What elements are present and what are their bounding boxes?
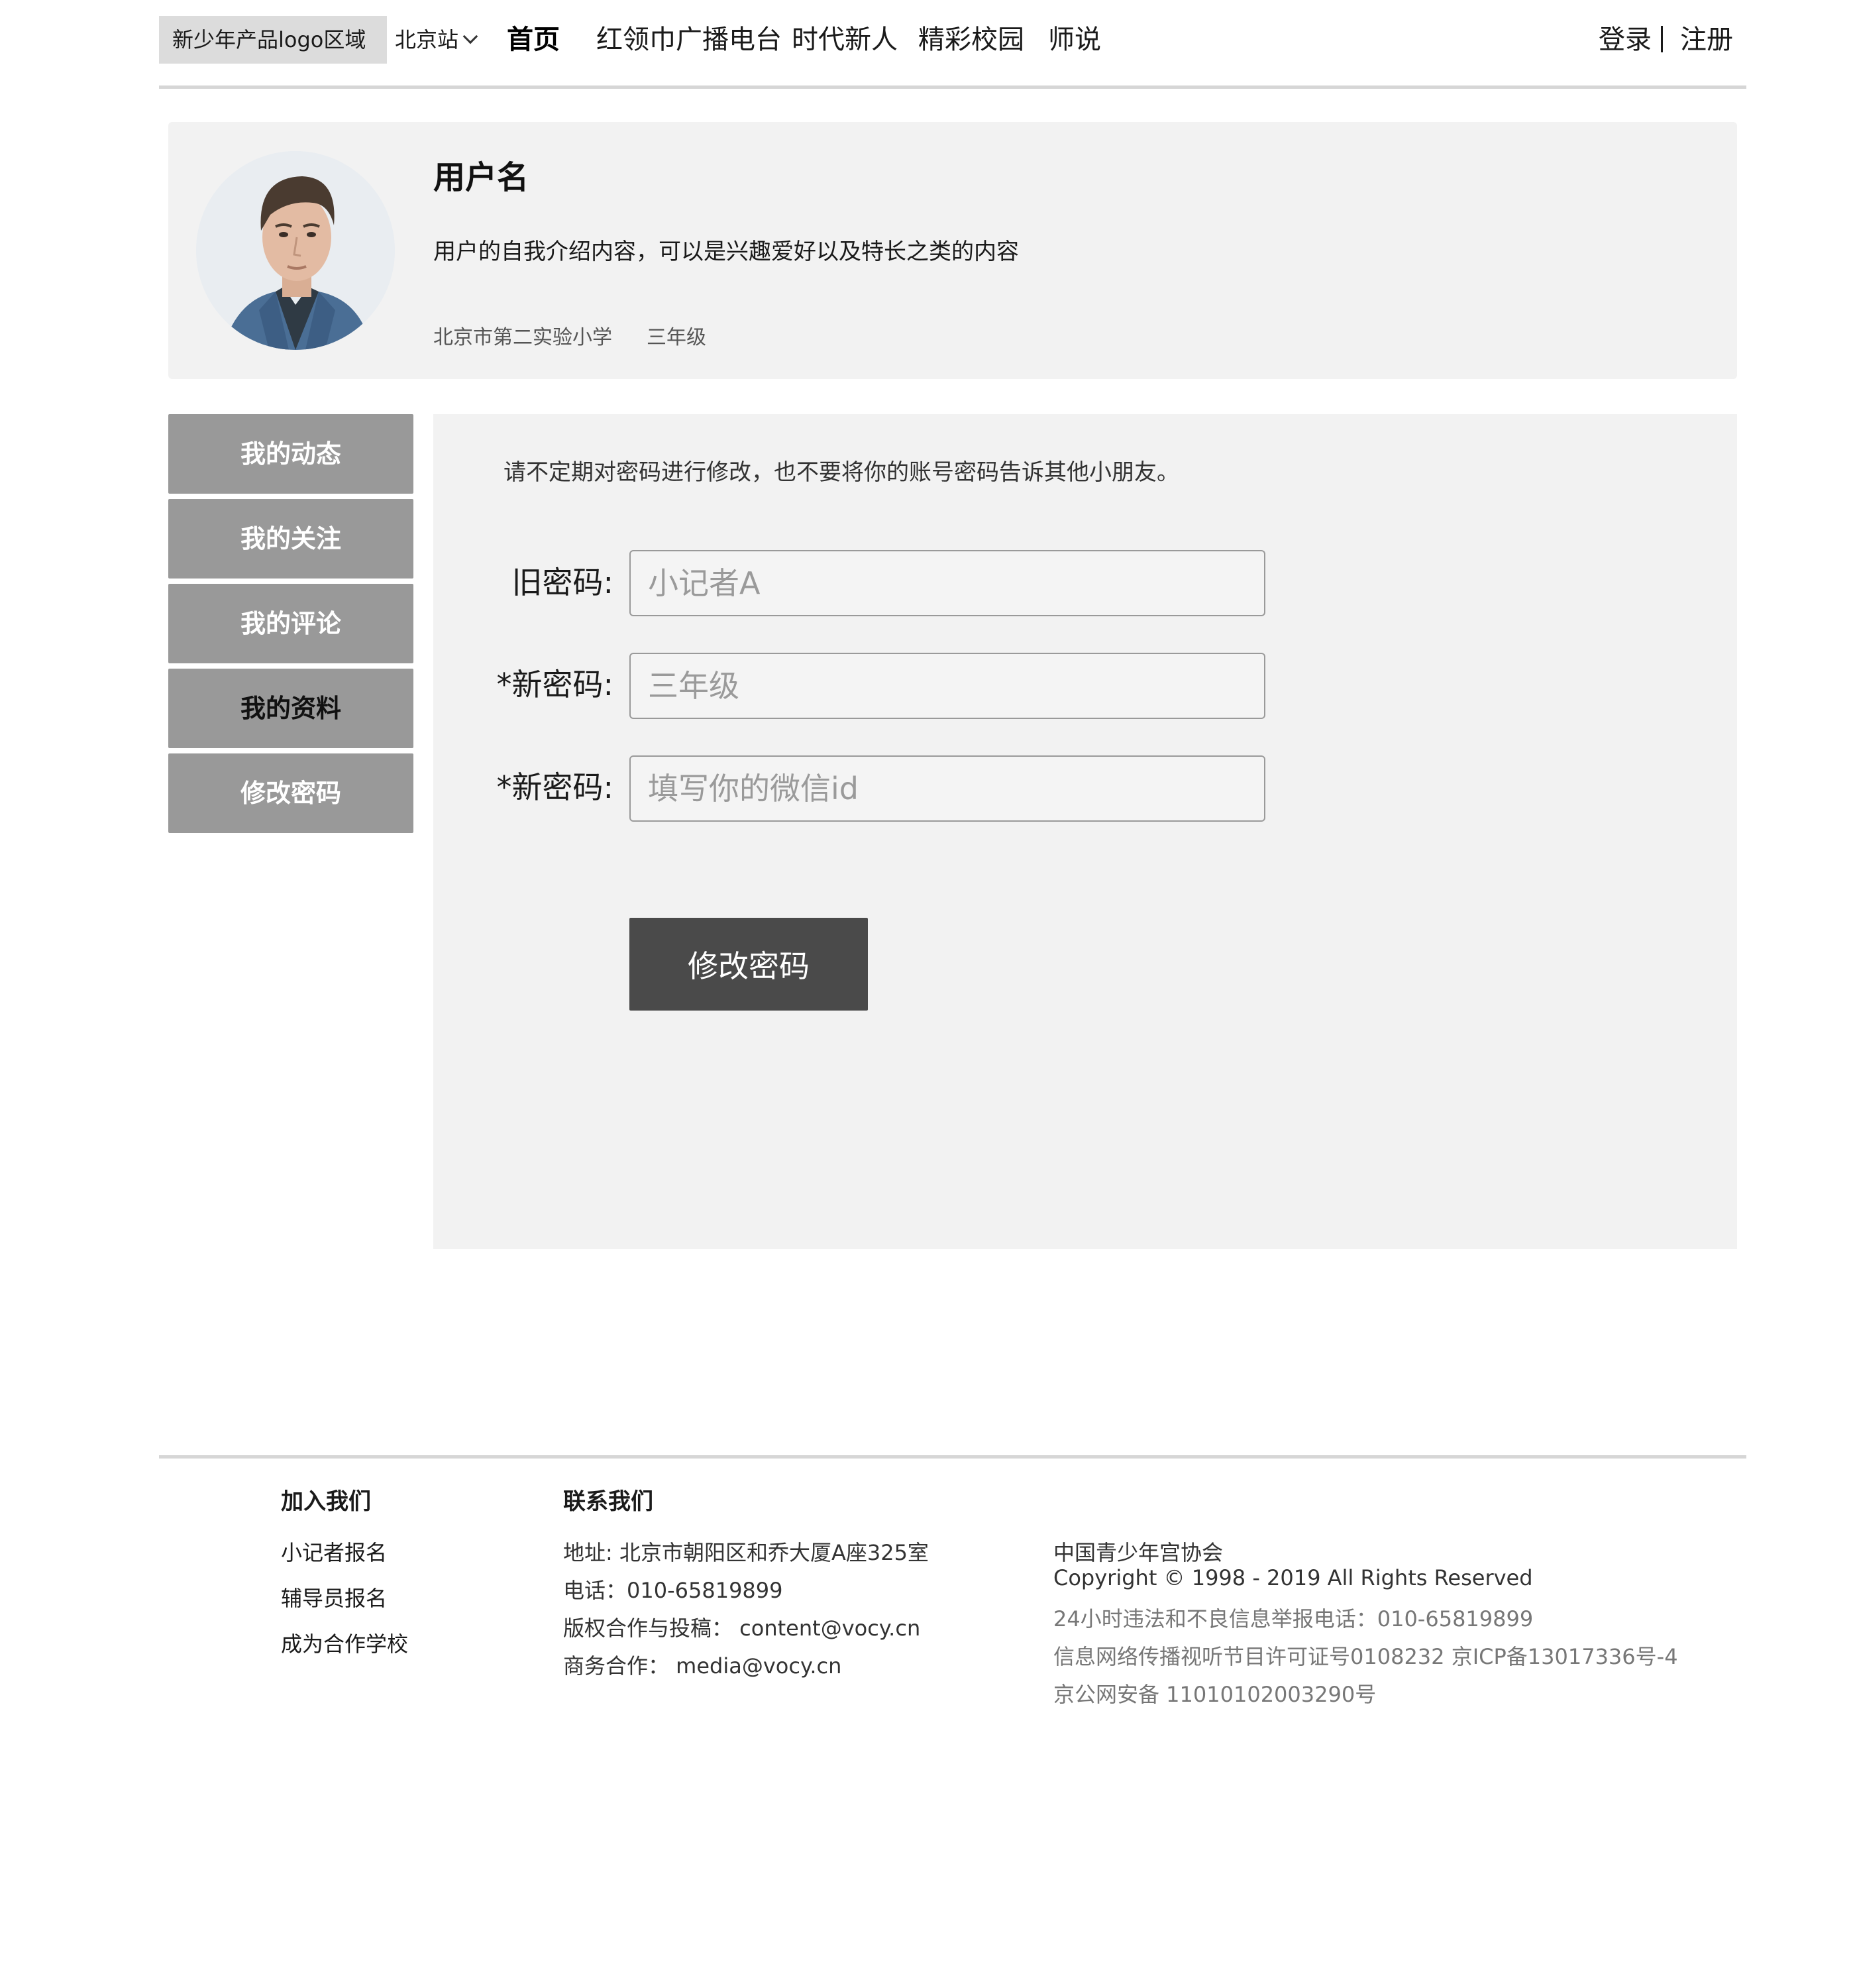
footer-join-title: 加入我们	[281, 1488, 371, 1515]
footer-contact-title: 联系我们	[563, 1488, 653, 1515]
footer-security: 京公网安备 11010102003290号	[1053, 1682, 1377, 1707]
nav-new-people[interactable]: 时代新人	[792, 16, 898, 64]
auth-divider	[1661, 26, 1663, 52]
profile-card: 用户名 用户的自我介绍内容，可以是兴趣爱好以及特长之类的内容 北京市第二实验小学…	[168, 122, 1737, 379]
user-bio: 用户的自我介绍内容，可以是兴趣爱好以及特长之类的内容	[433, 239, 1019, 265]
auth-links: 登录 注册	[1599, 16, 1733, 64]
footer-phone: 电话：010-65819899	[563, 1578, 783, 1603]
password-panel: 请不定期对密码进行修改，也不要将你的账号密码告诉其他小朋友。 旧密码: *新密码…	[433, 414, 1737, 1249]
avatar[interactable]	[196, 151, 395, 350]
footer-business-contact: 商务合作： media@vocy.cn	[563, 1653, 842, 1679]
sidebar-item-change-password[interactable]: 修改密码	[168, 753, 413, 833]
footer-divider	[159, 1455, 1746, 1459]
top-header: 新少年产品logo区域 北京站 首页 红领巾广播电台 时代新人 精彩校园 师说 …	[159, 0, 1746, 89]
nav-home[interactable]: 首页	[507, 16, 560, 64]
username: 用户名	[433, 159, 529, 196]
footer-link-counselor[interactable]: 辅导员报名	[281, 1582, 387, 1612]
new-password-input[interactable]	[629, 653, 1265, 719]
footer-copyright: Copyright © 1998 - 2019 All Rights Reser…	[1053, 1565, 1533, 1590]
sidebar-item-comments[interactable]: 我的评论	[168, 584, 413, 663]
footer-license: 信息网络传播视听节目许可证号0108232 京ICP备13017336号-4	[1053, 1644, 1678, 1669]
sidebar-item-profile[interactable]: 我的资料	[168, 669, 413, 748]
footer-link-partner-school[interactable]: 成为合作学校	[281, 1628, 408, 1658]
sidebar-item-following[interactable]: 我的关注	[168, 499, 413, 579]
old-password-label: 旧密码:	[511, 565, 614, 600]
nav-teachers[interactable]: 师说	[1048, 16, 1101, 64]
city-label: 北京站	[395, 27, 459, 52]
city-selector[interactable]: 北京站	[395, 16, 478, 64]
nav-campus[interactable]: 精彩校园	[918, 16, 1024, 64]
login-link[interactable]: 登录	[1599, 25, 1652, 55]
new-password-label: *新密码:	[496, 667, 614, 702]
confirm-password-input[interactable]	[629, 755, 1265, 822]
logo-area[interactable]: 新少年产品logo区域	[159, 16, 387, 64]
register-link[interactable]: 注册	[1680, 25, 1733, 55]
footer-org: 中国青少年宫协会	[1053, 1540, 1224, 1565]
password-notice: 请不定期对密码进行修改，也不要将你的账号密码告诉其他小朋友。	[504, 459, 1179, 486]
footer-copyright-contact: 版权合作与投稿： content@vocy.cn	[563, 1616, 921, 1641]
account-sidebar: 我的动态 我的关注 我的评论 我的资料 修改密码	[168, 414, 413, 838]
user-grade: 三年级	[647, 326, 706, 349]
confirm-password-label: *新密码:	[496, 769, 614, 805]
user-avatar-photo	[196, 151, 395, 350]
user-school: 北京市第二实验小学	[433, 326, 612, 349]
nav-radio[interactable]: 红领巾广播电台	[596, 16, 782, 64]
chevron-down-icon	[462, 28, 478, 44]
sidebar-item-activity[interactable]: 我的动态	[168, 414, 413, 494]
footer-link-reporter[interactable]: 小记者报名	[281, 1536, 387, 1567]
footer-address: 地址: 北京市朝阳区和乔大厦A座325室	[563, 1540, 929, 1565]
old-password-input[interactable]	[629, 550, 1265, 616]
footer-hotline: 24小时违法和不良信息举报电话：010-65819899	[1053, 1606, 1534, 1631]
change-password-button[interactable]: 修改密码	[629, 918, 868, 1011]
